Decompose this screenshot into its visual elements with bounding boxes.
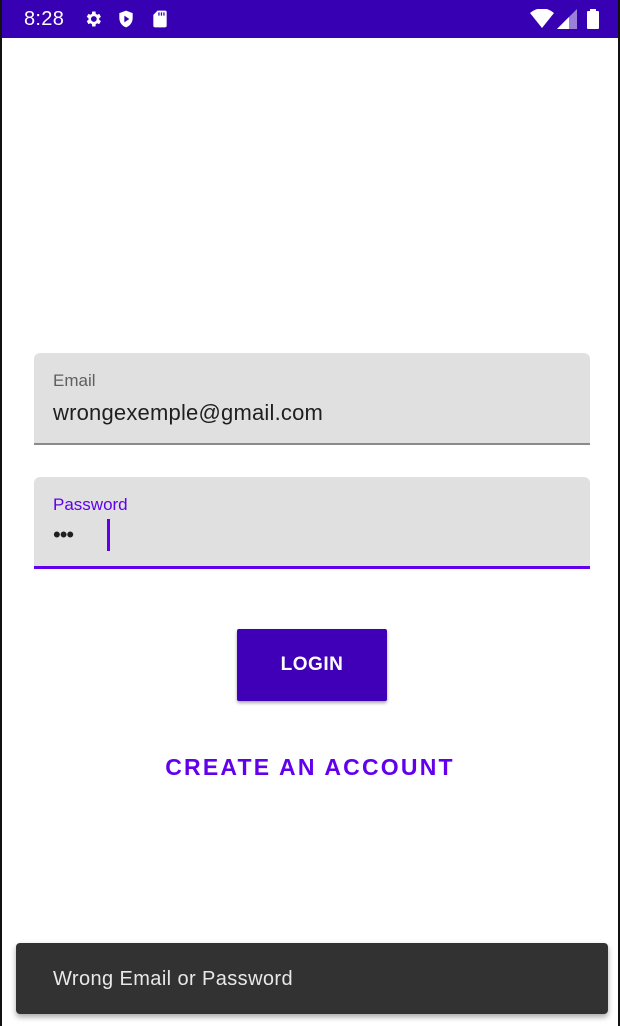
password-value: ••• bbox=[53, 522, 74, 547]
settings-icon bbox=[83, 9, 103, 29]
password-label: Password bbox=[53, 495, 128, 514]
text-cursor bbox=[107, 519, 110, 551]
battery-icon bbox=[586, 9, 600, 29]
signal-icon bbox=[557, 9, 577, 29]
login-button[interactable]: LOGIN bbox=[237, 629, 387, 701]
email-value: wrongexemple@gmail.com bbox=[53, 400, 324, 425]
password-field[interactable]: Password ••• bbox=[34, 477, 590, 569]
status-bar: 8:28 bbox=[2, 0, 618, 38]
create-account-button[interactable]: CREATE AN ACCOUNT bbox=[2, 754, 618, 781]
wifi-icon bbox=[530, 9, 554, 29]
sd-card-icon bbox=[150, 9, 170, 29]
snackbar-message: Wrong Email or Password bbox=[53, 968, 294, 990]
email-label: Email bbox=[53, 371, 96, 390]
shield-play-icon bbox=[116, 9, 136, 29]
snackbar: Wrong Email or Password bbox=[16, 943, 608, 1014]
login-screen: 8:28 Email wrongexemple@gmail.com Passwo… bbox=[0, 0, 620, 1026]
status-time: 8:28 bbox=[24, 8, 65, 30]
email-field[interactable]: Email wrongexemple@gmail.com bbox=[34, 353, 590, 445]
